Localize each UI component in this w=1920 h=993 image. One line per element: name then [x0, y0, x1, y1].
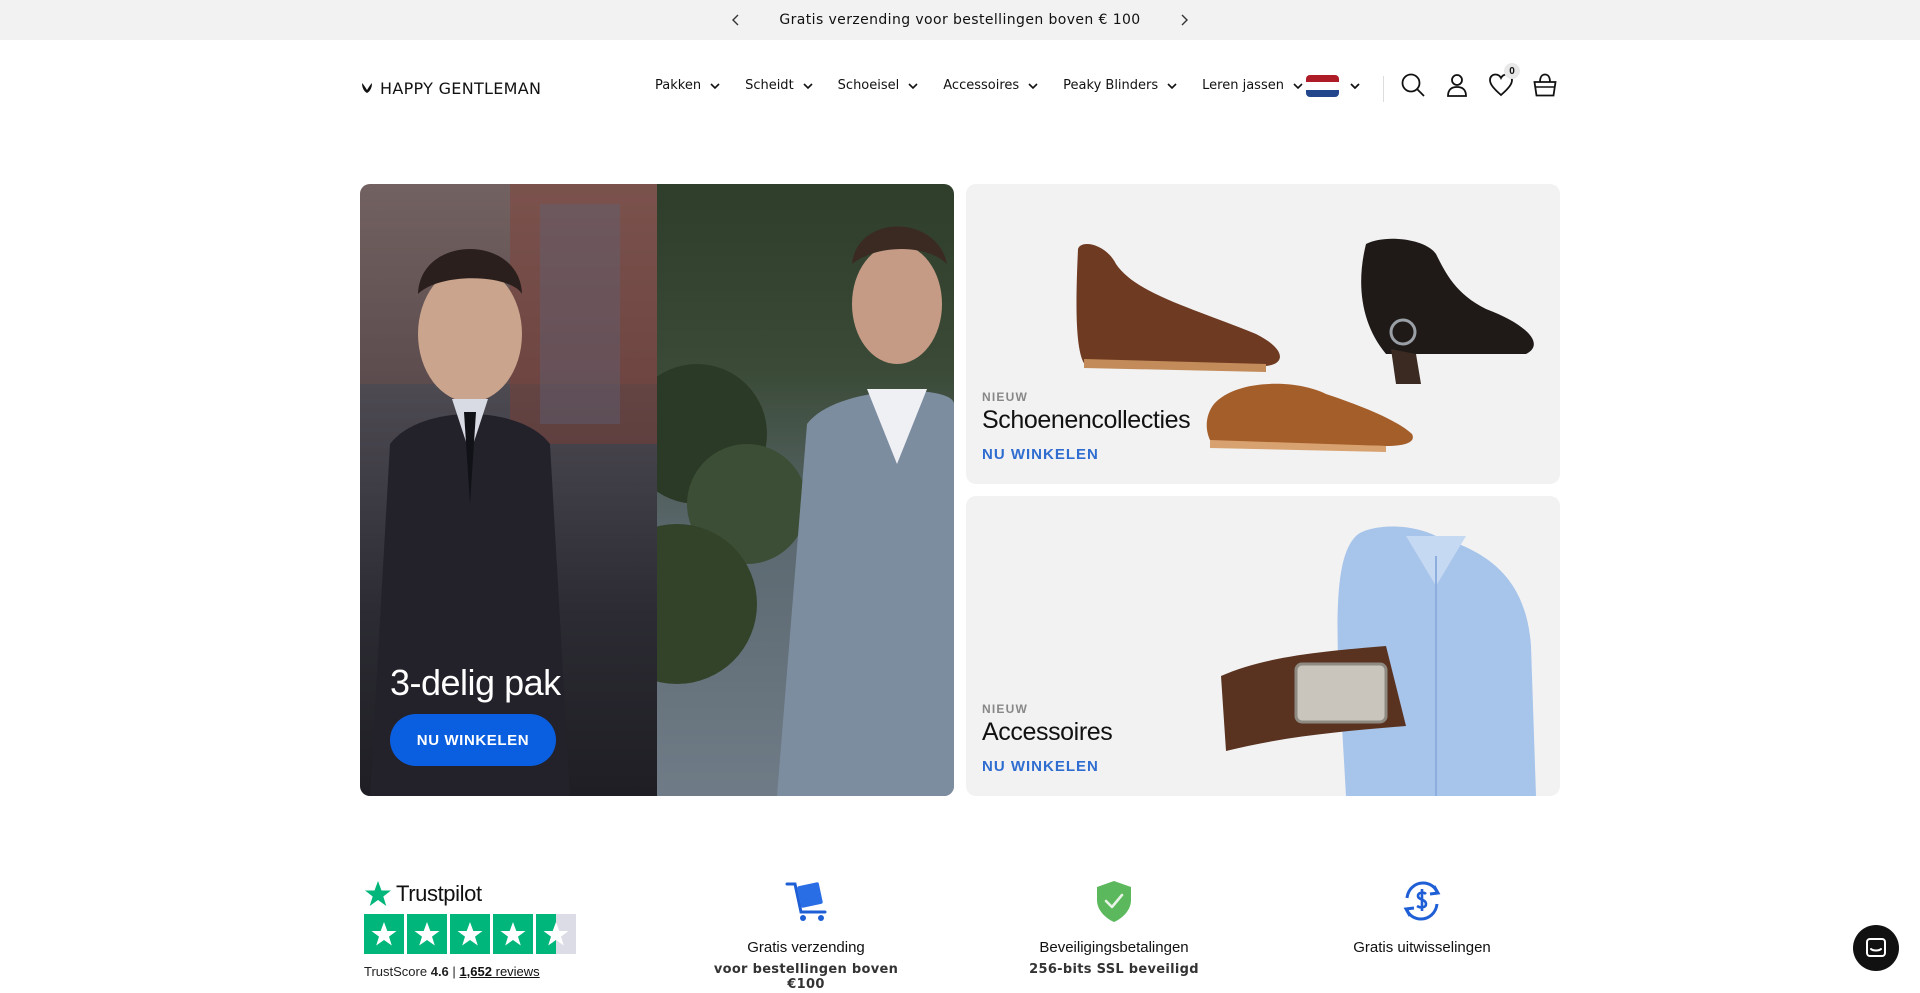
card-eyebrow: NIEUW	[982, 702, 1028, 716]
wishlist-count-badge: 0	[1504, 63, 1520, 79]
language-selector[interactable]	[1306, 75, 1361, 97]
rating-star-icon	[493, 914, 533, 954]
chevron-down-icon	[1293, 82, 1303, 89]
hero-banner[interactable]: 3-delig pak NU WINKELEN	[360, 184, 954, 796]
trustpilot-widget[interactable]: Trustpilot TrustScore 4.6 | 1,652 review…	[364, 880, 584, 979]
rating-star-icon	[450, 914, 490, 954]
accessories-image	[1221, 526, 1536, 796]
chevron-down-icon	[1028, 82, 1038, 89]
logo-text: HAPPY GENTLEMAN	[380, 78, 542, 98]
chat-icon	[1866, 938, 1886, 957]
header-divider	[1383, 76, 1384, 102]
trustpilot-brand: Trustpilot	[396, 881, 482, 906]
trustscore-label: TrustScore	[364, 964, 428, 979]
reviews-link[interactable]: 1,652 reviews	[459, 964, 539, 979]
announcement-bar: Gratis verzending voor bestellingen bove…	[0, 0, 1920, 40]
logo[interactable]: HAPPY GENTLEMAN	[360, 78, 542, 98]
reviews-label: reviews	[495, 964, 540, 979]
feature-title: Beveiligingsbetalingen	[1039, 939, 1189, 956]
logo-mark-icon	[362, 83, 372, 93]
wishlist-button[interactable]: 0	[1488, 63, 1520, 98]
nav-item-leren-jassen[interactable]: Leren jassen	[1202, 78, 1304, 93]
card-title: Schoenencollecties	[982, 406, 1191, 434]
trustpilot-stars	[364, 914, 584, 954]
chevron-right-icon	[1181, 14, 1188, 26]
hero-title: 3-delig pak	[390, 662, 561, 703]
nav-item-pakken[interactable]: Pakken	[655, 78, 721, 93]
promo-card-shoes[interactable]: NIEUW Schoenencollecties NU WINKELEN	[966, 184, 1560, 484]
star-icon	[365, 881, 391, 906]
nav-item-scheidt[interactable]: Scheidt	[745, 78, 814, 93]
hero-image-right	[597, 184, 954, 796]
feature-subtitle: 256-bits SSL beveiligd	[1029, 962, 1199, 977]
trustpilot-logo: Trustpilot	[364, 880, 584, 908]
reviews-count: 1,652	[459, 964, 492, 979]
rating-star-icon	[407, 914, 447, 954]
announcement-prev-button[interactable]	[726, 10, 746, 30]
nav-item-label: Scheidt	[745, 78, 794, 93]
feature-secure-payments: Beveiligingsbetalingen 256-bits SSL beve…	[1004, 878, 1224, 977]
card-title: Accessoires	[982, 718, 1113, 746]
feature-title: Gratis verzending	[747, 939, 865, 956]
chevron-left-icon	[732, 14, 739, 26]
trustscore-line: TrustScore 4.6 | 1,652 reviews	[364, 964, 584, 979]
shipping-box-icon	[785, 882, 827, 921]
chevron-down-icon	[1350, 83, 1360, 90]
nav-item-label: Accessoires	[943, 78, 1020, 93]
nav-item-accessoires[interactable]: Accessoires	[943, 78, 1039, 93]
hero-shop-button[interactable]: NU WINKELEN	[390, 714, 556, 766]
site-header: HAPPY GENTLEMAN Pakken Scheidt Schoeisel…	[0, 40, 1920, 136]
feature-free-exchanges: Gratis uitwisselingen	[1312, 878, 1532, 962]
money-exchange-icon	[1403, 881, 1441, 921]
chevron-down-icon	[710, 82, 720, 89]
shield-check-icon	[1097, 881, 1131, 922]
feature-subtitle: voor bestellingen boven €100	[713, 962, 899, 992]
nav-item-peaky-blinders[interactable]: Peaky Blinders	[1063, 78, 1178, 93]
account-button[interactable]	[1444, 72, 1470, 98]
search-icon	[1401, 73, 1425, 97]
hero-image-left	[360, 184, 657, 796]
feature-free-shipping: Gratis verzending voor bestellingen bove…	[696, 878, 916, 992]
announcement-next-button[interactable]	[1174, 10, 1194, 30]
card-eyebrow: NIEUW	[982, 390, 1028, 404]
rating-half-star-icon	[536, 914, 576, 954]
chevron-down-icon	[1167, 82, 1177, 89]
rating-star-icon	[364, 914, 404, 954]
card-shop-link[interactable]: NU WINKELEN	[982, 758, 1099, 775]
promo-card-accessories[interactable]: NIEUW Accessoires NU WINKELEN	[966, 496, 1560, 796]
cart-button[interactable]	[1532, 72, 1558, 98]
feature-title: Gratis uitwisselingen	[1353, 939, 1491, 956]
netherlands-flag-icon	[1306, 75, 1339, 97]
nav-item-label: Schoeisel	[837, 78, 900, 93]
announcement-text: Gratis verzending voor bestellingen bove…	[779, 12, 1141, 28]
basket-icon	[1533, 73, 1557, 97]
chevron-down-icon	[803, 82, 813, 89]
shoes-image	[1076, 238, 1534, 452]
nav-item-label: Peaky Blinders	[1063, 78, 1159, 93]
nav-item-label: Leren jassen	[1202, 78, 1284, 93]
trustscore-value: 4.6	[430, 964, 449, 979]
chat-launcher-button[interactable]	[1853, 925, 1899, 971]
search-button[interactable]	[1400, 72, 1426, 98]
account-icon	[1447, 74, 1467, 97]
main-nav: Pakken Scheidt Schoeisel Accessoires Pea…	[655, 78, 1304, 93]
chevron-down-icon	[908, 82, 918, 89]
nav-item-label: Pakken	[655, 78, 702, 93]
trustscore-separator: |	[452, 964, 456, 979]
card-shop-link[interactable]: NU WINKELEN	[982, 446, 1099, 463]
header-icons: 0	[1400, 63, 1558, 98]
nav-item-schoeisel[interactable]: Schoeisel	[838, 78, 920, 93]
